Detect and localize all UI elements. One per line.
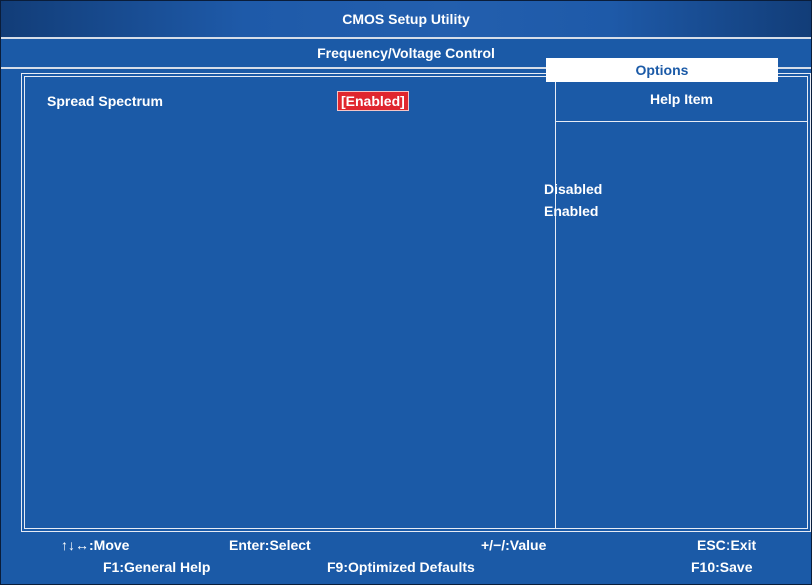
main-panel: Spread Spectrum [Enabled] Help Item	[21, 73, 811, 532]
setting-value-spread-spectrum[interactable]: [Enabled]	[337, 91, 409, 111]
footer-f9: F9:Optimized Defaults	[327, 559, 475, 575]
options-header-text: Options	[635, 62, 689, 78]
help-title: Help Item	[556, 77, 807, 122]
footer-move-label: :Move	[89, 537, 130, 553]
title-text: CMOS Setup Utility	[342, 11, 470, 27]
footer-esc: ESCːExit	[697, 537, 757, 553]
footer-enter: Enter:Select	[229, 537, 311, 553]
bios-window: CMOS Setup Utility Frequency/Voltage Con…	[0, 0, 812, 585]
window-title: CMOS Setup Utility	[1, 1, 811, 39]
option-enabled[interactable]: Enabled	[544, 203, 598, 219]
option-disabled[interactable]: Disabled	[544, 181, 602, 197]
footer-f10: F10:Save	[691, 559, 753, 575]
footer: ↑↓↔:Move Enter:Select +/−/:Value ESCːExi…	[21, 533, 809, 582]
help-title-text: Help Item	[649, 91, 713, 107]
footer-move: ↑↓↔:Move	[61, 537, 129, 553]
footer-f1: F1:General Help	[103, 559, 211, 575]
panel-divider	[555, 77, 556, 528]
arrow-keys-icon: ↑↓↔	[61, 537, 89, 553]
setting-label-spread-spectrum[interactable]: Spread Spectrum	[47, 93, 163, 109]
footer-value: +/−/:Value	[481, 537, 547, 553]
main-panel-inner: Spread Spectrum [Enabled] Help Item	[24, 76, 808, 529]
options-header: Options	[546, 58, 778, 82]
page-title-text: Frequency/Voltage Control	[317, 45, 495, 61]
